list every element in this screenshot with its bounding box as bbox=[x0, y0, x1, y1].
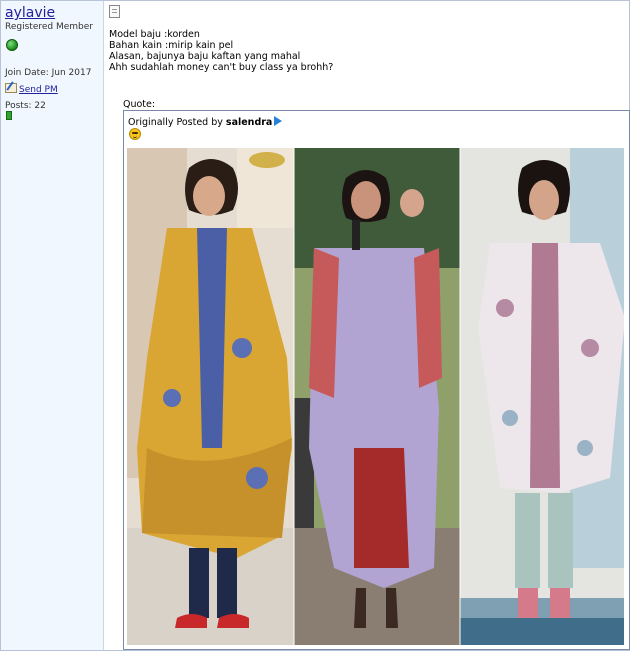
user-info-panel: aylavie Registered Member Join Date: Jun… bbox=[1, 1, 104, 650]
user-title: Registered Member bbox=[5, 22, 93, 32]
smiley-icon bbox=[129, 128, 141, 140]
photo-panel-lavender-dress bbox=[294, 148, 460, 645]
view-post-arrow-icon[interactable] bbox=[274, 116, 283, 126]
message-line: Ahh sudahlah money can't buy class ya br… bbox=[109, 62, 334, 73]
message-line: Alasan, bajunya baju kaftan yang mahal bbox=[109, 51, 301, 62]
photo-panel-mustard-dress bbox=[127, 148, 294, 645]
quote-label: Quote: bbox=[123, 99, 156, 110]
send-pm-icon bbox=[5, 83, 17, 93]
post-content: Model baju :korden Bahan kain :mirip kai… bbox=[105, 1, 630, 650]
post-message: Model baju :korden Bahan kain :mirip kai… bbox=[109, 29, 333, 73]
username-link[interactable]: aylavie bbox=[5, 5, 55, 21]
post-document-icon bbox=[109, 5, 120, 18]
send-pm[interactable]: Send PM bbox=[5, 83, 58, 95]
photo-panel-floral-coat bbox=[460, 148, 624, 645]
reputation-icon bbox=[6, 111, 12, 120]
quote-box: Originally Posted by salendra bbox=[123, 110, 630, 650]
forum-post: aylavie Registered Member Join Date: Jun… bbox=[0, 0, 630, 651]
join-date: Join Date: Jun 2017 bbox=[5, 68, 92, 78]
online-status-icon bbox=[6, 39, 18, 51]
send-pm-link[interactable]: Send PM bbox=[19, 85, 58, 95]
quoted-photo bbox=[127, 148, 624, 645]
photo-collage bbox=[127, 148, 624, 645]
quote-header: Originally Posted by salendra bbox=[128, 116, 283, 128]
message-line: Model baju :korden bbox=[109, 29, 200, 40]
post-count: Posts: 22 bbox=[5, 101, 46, 111]
message-line: Bahan kain :mirip kain pel bbox=[109, 40, 234, 51]
quote-author: salendra bbox=[225, 117, 273, 128]
quote-prefix: Originally Posted by bbox=[128, 117, 223, 128]
